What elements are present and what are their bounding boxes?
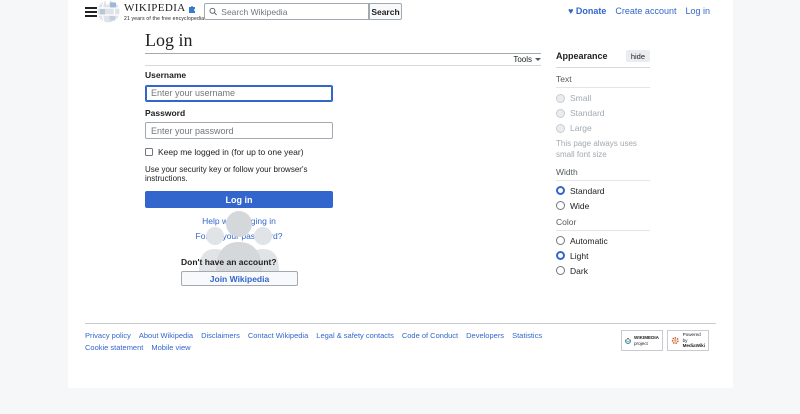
footer-link-mobile-view[interactable]: Mobile view [151, 343, 190, 352]
page-title-wrap: Log in [145, 31, 541, 54]
radio-icon[interactable] [556, 266, 565, 275]
footer-link-statistics[interactable]: Statistics [512, 331, 542, 340]
radio-icon[interactable] [556, 236, 565, 245]
powered-by-mediawiki-badge[interactable]: Powered by MediaWiki [667, 330, 709, 351]
create-account-link[interactable]: Create account [615, 6, 676, 16]
header-user-links: ♥ Donate Create account Log in [568, 6, 710, 16]
puzzle-piece-icon [188, 5, 196, 13]
checkbox-icon[interactable] [145, 148, 153, 156]
color-section-label: Color [556, 217, 650, 231]
footer-link-privacy-policy[interactable]: Privacy policy [85, 331, 131, 340]
radio-icon[interactable] [556, 201, 565, 210]
footer-link-disclaimers[interactable]: Disclaimers [201, 331, 240, 340]
footer-divider [85, 323, 716, 324]
radio-icon [556, 124, 565, 133]
radio-option-color-automatic[interactable]: Automatic [556, 236, 650, 246]
footer-link-cookie-statement[interactable]: Cookie statement [85, 343, 143, 352]
search-icon [209, 7, 217, 16]
wikipedia-globe-logo[interactable] [97, 0, 120, 23]
tools-label: Tools [513, 55, 532, 64]
wikipedia-wordmark[interactable]: WIKIPEDIA 21 years of the free encyclope… [124, 3, 204, 22]
keep-logged-in-label: Keep me logged in (for up to one year) [158, 147, 304, 157]
radio-option-width-standard[interactable]: Standard [556, 186, 650, 196]
log-in-submit-button[interactable]: Log in [145, 191, 333, 208]
wikimedia-logo-icon [625, 335, 631, 346]
radio-option-width-wide[interactable]: Wide [556, 201, 650, 211]
no-account-prompt: Don't have an account? [181, 257, 298, 267]
radio-icon [556, 109, 565, 118]
keep-logged-in-checkbox[interactable]: Keep me logged in (for up to one year) [145, 147, 333, 157]
signup-section: Don't have an account? Join Wikipedia [181, 257, 298, 287]
width-section-label: Width [556, 167, 650, 181]
username-field[interactable] [145, 85, 333, 102]
search-input[interactable] [221, 7, 364, 17]
username-label: Username [145, 70, 333, 80]
wikimedia-project-badge[interactable]: WIKIMEDIA project [621, 330, 663, 351]
search-button[interactable]: Search [369, 3, 402, 20]
tools-dropdown[interactable]: Tools [145, 53, 541, 66]
text-section-label: Text [556, 74, 650, 88]
radio-selected-icon[interactable] [556, 186, 565, 195]
mediawiki-logo-icon [671, 335, 680, 346]
wikipedia-tagline: 21 years of the free encyclopedia [124, 16, 204, 22]
password-field[interactable] [145, 122, 333, 139]
radio-icon [556, 94, 565, 103]
chevron-down-icon [535, 58, 541, 61]
search-input-container[interactable] [204, 3, 369, 20]
heart-icon: ♥ [568, 7, 573, 16]
password-label: Password [145, 108, 333, 118]
radio-option-text-small: Small [556, 93, 650, 103]
footer-link-contact-wikipedia[interactable]: Contact Wikipedia [248, 331, 308, 340]
page-title: Log in [145, 31, 541, 49]
radio-selected-icon[interactable] [556, 251, 565, 260]
search-bar: Search [204, 3, 402, 20]
radio-option-text-large: Large [556, 123, 650, 133]
footer-link-legal-safety[interactable]: Legal & safety contacts [316, 331, 394, 340]
wordmark-text: WIKIPEDIA [124, 3, 186, 14]
page-container: WIKIPEDIA 21 years of the free encyclope… [68, 0, 733, 388]
appearance-hide-button[interactable]: hide [626, 50, 650, 62]
radio-option-color-dark[interactable]: Dark [556, 266, 650, 276]
radio-option-text-standard: Standard [556, 108, 650, 118]
radio-option-color-light[interactable]: Light [556, 251, 650, 261]
footer-link-developers[interactable]: Developers [466, 331, 504, 340]
donate-link[interactable]: ♥ Donate [568, 6, 606, 16]
footer-link-code-of-conduct[interactable]: Code of Conduct [402, 331, 458, 340]
footer-link-about-wikipedia[interactable]: About Wikipedia [139, 331, 193, 340]
log-in-link[interactable]: Log in [685, 6, 710, 16]
text-size-note: This page always uses small font size [556, 139, 650, 161]
security-key-note: Use your security key or follow your bro… [145, 165, 333, 183]
appearance-panel: Appearance hide Text Small Standard Larg… [556, 50, 650, 276]
footer-badges: WIKIMEDIA project Powered by MediaWiki [621, 330, 709, 351]
footer-links: Privacy policy About Wikipedia Disclaime… [85, 331, 545, 352]
join-wikipedia-button[interactable]: Join Wikipedia [181, 271, 298, 286]
appearance-title: Appearance [556, 51, 608, 61]
